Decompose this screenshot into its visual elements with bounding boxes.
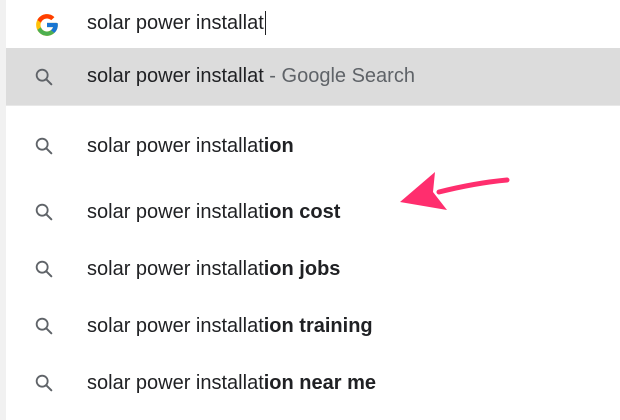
omnibox-input[interactable]: solar power installat xyxy=(87,8,267,38)
suggestion-completion: ion cost xyxy=(263,200,341,223)
suggestion-hint: Google Search xyxy=(281,65,415,87)
google-g-icon xyxy=(36,14,58,36)
suggestion-prefix: solar power installat xyxy=(87,65,264,87)
suggestion-item[interactable]: solar power installation cost xyxy=(6,184,620,240)
suggestion-item[interactable]: solar power installation jobs xyxy=(6,241,620,297)
divider xyxy=(6,105,620,106)
suggestion-text: solar power installation cost xyxy=(87,201,340,224)
suggestion-prefix: solar power installat xyxy=(87,314,264,337)
search-icon xyxy=(35,260,53,278)
suggestion-completion: ion near me xyxy=(263,371,377,394)
omnibox[interactable]: solar power installat xyxy=(6,0,620,48)
annotation-arrow-icon xyxy=(400,172,510,210)
suggestion-prefix: solar power installat xyxy=(87,257,264,280)
suggestion-item[interactable]: solar power installation near me xyxy=(6,355,620,411)
search-icon xyxy=(35,68,53,85)
suggestion-completion: ion xyxy=(263,134,294,157)
suggestion-completion: ion training xyxy=(263,314,373,337)
suggestion-google-search[interactable]: solar power installat - Google Search xyxy=(6,48,620,105)
suggestion-item[interactable]: solar power installation xyxy=(6,118,620,174)
suggestion-prefix: solar power installat xyxy=(87,134,264,157)
text-caret xyxy=(264,11,267,35)
omnibox-query-text: solar power installat xyxy=(87,11,264,34)
suggestion-prefix: solar power installat xyxy=(87,200,264,223)
suggestion-text: solar power installation near me xyxy=(87,372,376,395)
suggestion-separator: - xyxy=(263,65,282,87)
suggestion-item[interactable]: solar power installation training xyxy=(6,298,620,354)
search-icon xyxy=(35,317,53,335)
search-icon xyxy=(35,137,53,155)
suggestion-text: solar power installation xyxy=(87,135,294,158)
search-icon xyxy=(35,203,53,221)
search-icon xyxy=(35,374,53,392)
suggestion-prefix: solar power installat xyxy=(87,371,264,394)
suggestion-text: solar power installation jobs xyxy=(87,258,340,281)
omnibox-dropdown: solar power installat solar power instal… xyxy=(0,0,620,420)
suggestion-completion: ion jobs xyxy=(263,257,341,280)
suggestion-text: solar power installation training xyxy=(87,315,373,338)
suggestion-text: solar power installat - Google Search xyxy=(87,65,415,88)
